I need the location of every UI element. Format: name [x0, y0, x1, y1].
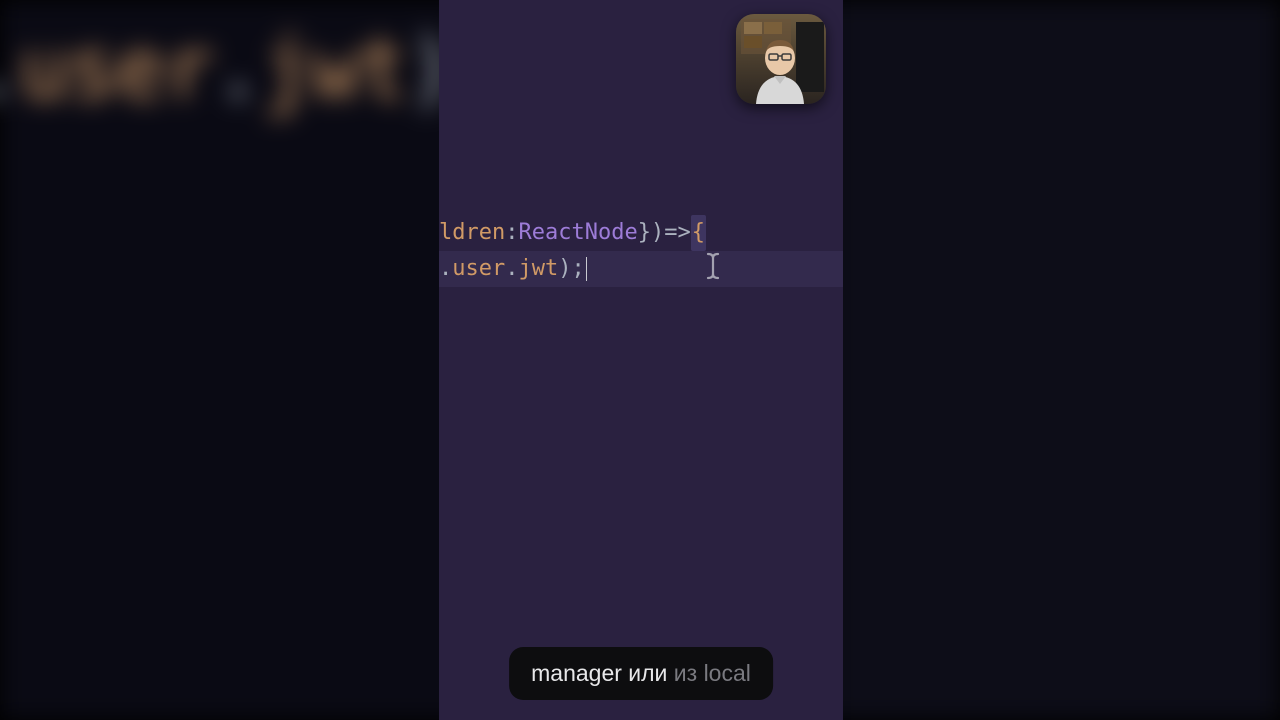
code-line-1: ldren: ReactNode }) => {	[439, 215, 843, 251]
caption-dim: из local	[674, 660, 751, 686]
bg-punct: .	[0, 20, 19, 118]
tok-punct: })	[638, 215, 665, 251]
tok-dot: .	[439, 251, 452, 287]
tok-prop: jwt	[518, 251, 558, 287]
code-editor[interactable]: ldren: ReactNode }) => { .user.jwt);	[439, 215, 843, 287]
tok-punct: );	[558, 251, 585, 287]
tok-open-brace: {	[691, 215, 706, 251]
bg-punct: .	[213, 20, 262, 118]
tok-prop: user	[452, 251, 505, 287]
bg-prop: user	[19, 20, 213, 118]
vertical-video-frame: ldren: ReactNode }) => { .user.jwt);	[439, 0, 843, 720]
text-caret	[586, 257, 588, 281]
subtitle-caption: manager или из local	[509, 647, 773, 700]
code-line-2: .user.jwt);	[439, 251, 843, 287]
tok-param: ldren	[439, 215, 505, 251]
text-cursor-icon	[704, 252, 722, 280]
tok-type: ReactNode	[518, 215, 637, 251]
tok-arrow: =>	[664, 215, 691, 251]
tok-dot: .	[505, 251, 518, 287]
bg-prop2: jwt	[261, 20, 407, 118]
caption-main: manager или	[531, 660, 674, 686]
webcam-overlay	[736, 14, 826, 104]
tok-punct: :	[505, 215, 518, 251]
